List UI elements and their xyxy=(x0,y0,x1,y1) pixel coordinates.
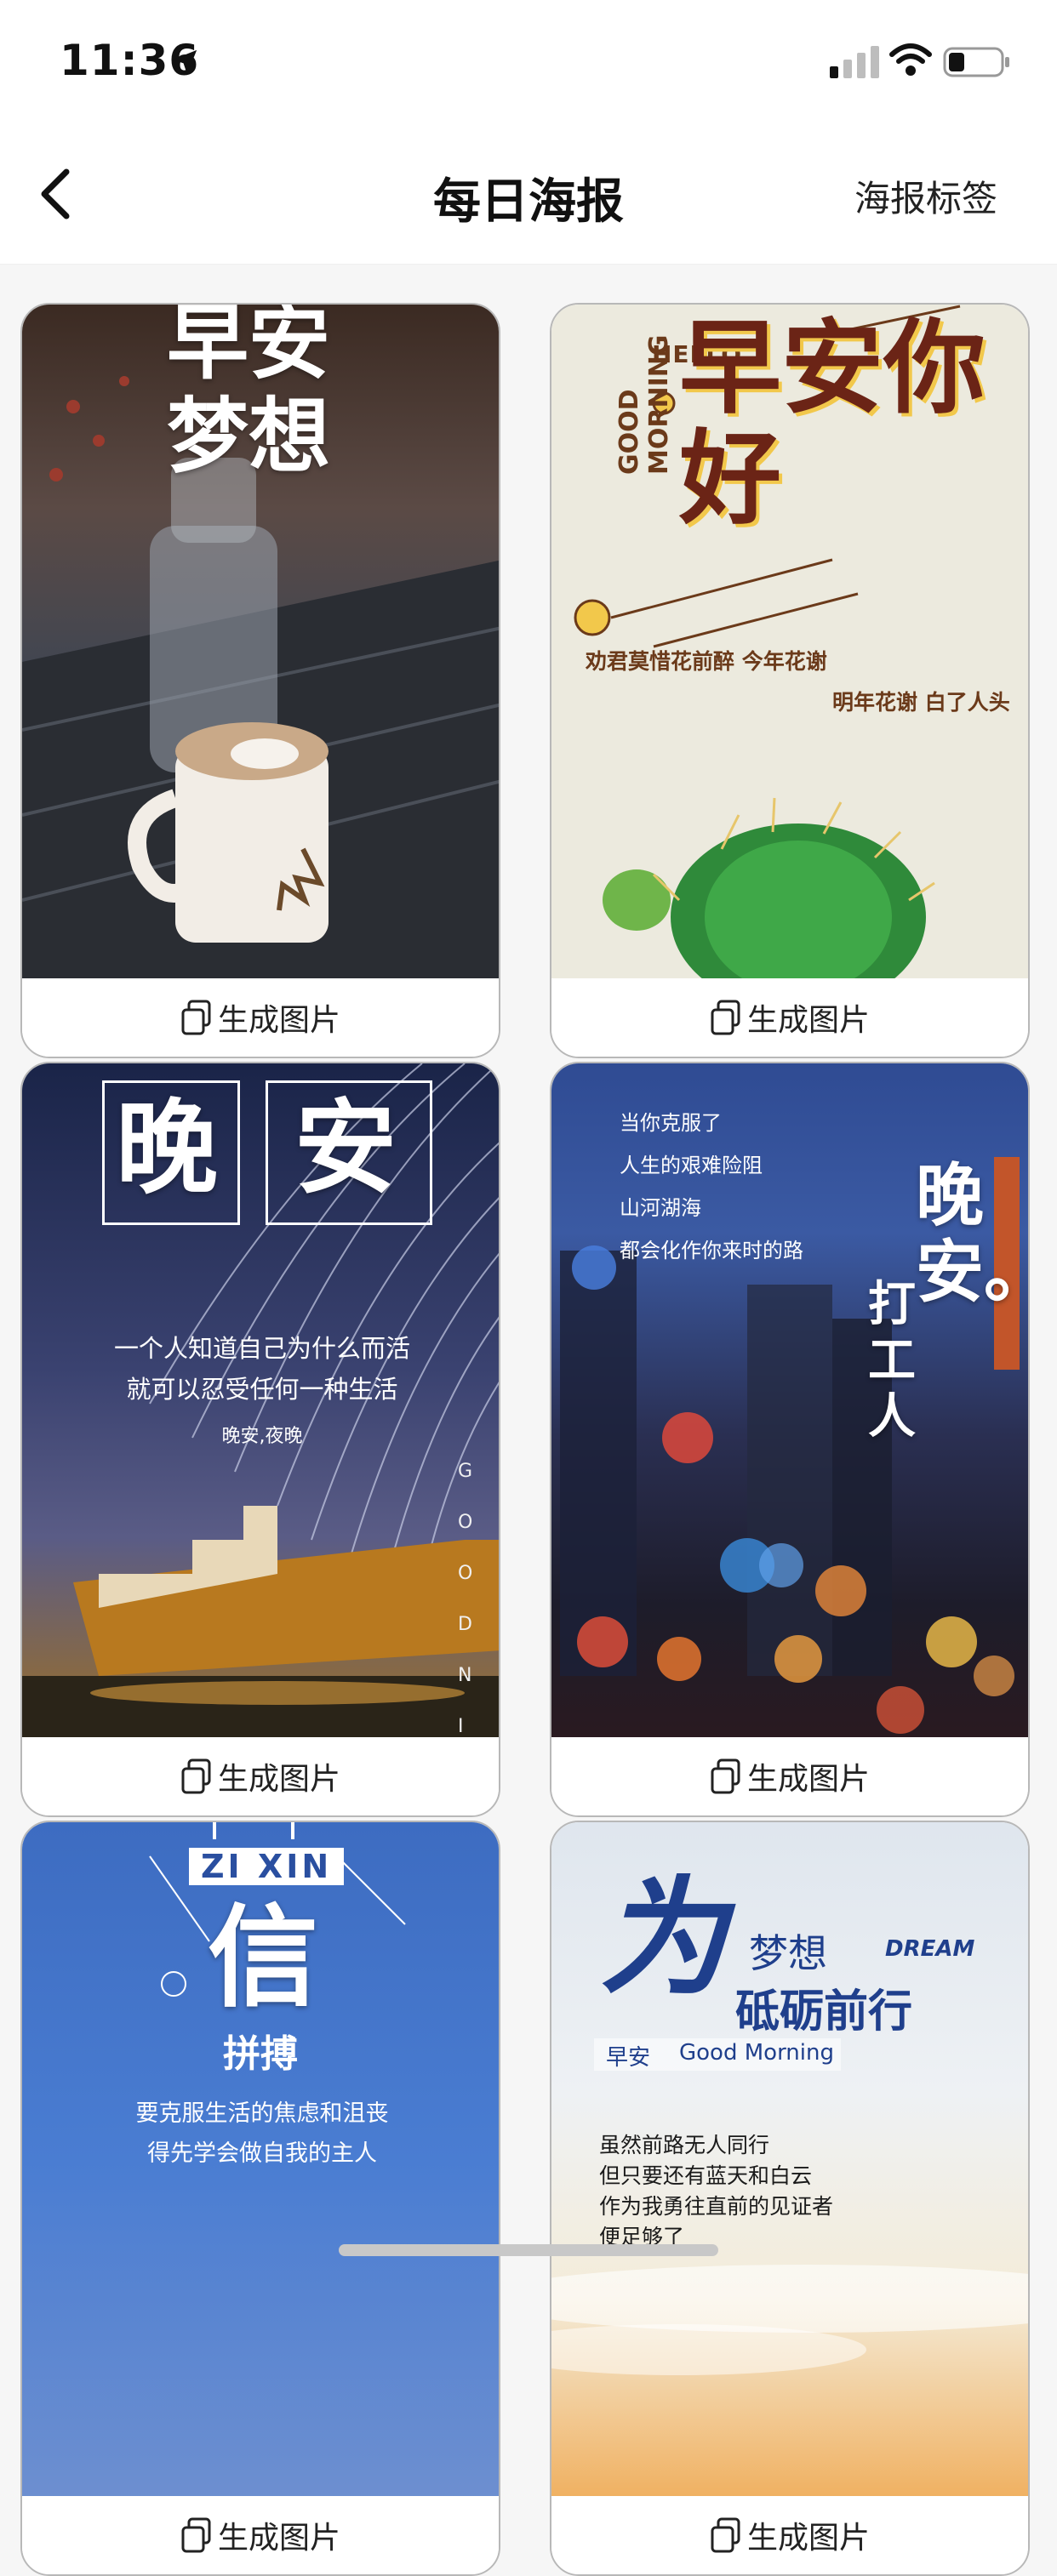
poster-line: 当你克服了 xyxy=(620,1111,722,1135)
poster-line: 劝君莫惜花前醉 今年花谢 xyxy=(586,649,827,674)
poster-subheadline: 拼搏 xyxy=(223,2032,298,2076)
poster-line: 山河湖海 xyxy=(620,1196,701,1220)
copy-icon xyxy=(711,2517,740,2553)
poster-line: 一个人知道自己为什么而活 xyxy=(113,1334,410,1363)
copy-icon xyxy=(181,1000,211,1035)
copy-icon xyxy=(181,1758,211,1794)
poster-line: 都会化作你来时的路 xyxy=(620,1239,803,1262)
generate-image-label: 生成图片 xyxy=(217,1003,340,1038)
poster-image[interactable]: ZI XIN 信 拼搏 要克服生活的焦虑和沮丧 得先学会做自我的主人 xyxy=(22,1822,499,2499)
poster-badge: ZI XIN xyxy=(189,1848,345,1885)
cellular-signal-icon xyxy=(830,46,879,78)
generate-image-button[interactable]: 生成图片 xyxy=(551,2496,1028,2574)
generate-image-button[interactable]: 生成图片 xyxy=(22,1737,499,1815)
copy-icon xyxy=(711,1000,740,1035)
poster-line: 就可以忍受任何一种生活 xyxy=(126,1375,398,1404)
poster-line: 作为我勇往直前的见证者 xyxy=(599,2194,834,2219)
wifi-icon xyxy=(889,43,932,76)
poster-headline: 为 xyxy=(599,1863,728,2013)
poster-tags-button[interactable]: 海报标签 xyxy=(854,170,997,222)
copy-icon xyxy=(711,1758,740,1794)
poster-card[interactable]: 晚 安 一个人知道自己为什么而活 就可以忍受任何一种生活 晚安,夜晚 GOODN… xyxy=(20,1062,500,1817)
poster-tag-english: Good Morning xyxy=(679,2040,834,2066)
poster-line: 得先学会做自我的主人 xyxy=(147,2140,377,2167)
poster-image[interactable]: 为 梦想 DREAM 砥砺前行 早安 Good Morning 虽然前路无人同行… xyxy=(551,1822,1028,2499)
poster-title: 砥砺前行 xyxy=(735,1986,913,2037)
poster-image[interactable]: 早安 梦想 xyxy=(22,305,499,982)
generate-image-label: 生成图片 xyxy=(217,2521,340,2556)
poster-line: 但只要还有蓝天和白云 xyxy=(599,2163,813,2188)
generate-image-label: 生成图片 xyxy=(746,2521,870,2556)
poster-english-word: DREAM xyxy=(885,1936,975,1962)
poster-headline: 信 xyxy=(208,1892,319,2022)
poster-line: 晚安,夜晚 xyxy=(221,1426,303,1447)
nav-bar: 每日海报 海报标签 xyxy=(0,128,1057,265)
poster-subheadline: 打工人 xyxy=(868,1276,916,1445)
poster-headline: 晚安。 xyxy=(916,1155,1028,1312)
poster-image[interactable]: 晚 安 一个人知道自己为什么而活 就可以忍受任何一种生活 晚安,夜晚 GOODN… xyxy=(22,1063,499,1741)
poster-line: 明年花谢 白了人头 xyxy=(832,690,1010,715)
generate-image-button[interactable]: 生成图片 xyxy=(551,1737,1028,1815)
poster-small-title: 梦想 xyxy=(749,1930,827,1976)
poster-headline: 早安你好 xyxy=(679,308,986,539)
generate-image-button[interactable]: 生成图片 xyxy=(551,978,1028,1057)
battery-icon xyxy=(943,47,1009,77)
poster-image[interactable]: HELLO GOOD MORNING 早安你好 劝君莫惜花前醉 今年花谢 明年花… xyxy=(551,305,1028,982)
poster-card[interactable]: ZI XIN 信 拼搏 要克服生活的焦虑和沮丧 得先学会做自我的主人 生成图片 xyxy=(20,1821,500,2576)
poster-card[interactable]: HELLO GOOD MORNING 早安你好 劝君莫惜花前醉 今年花谢 明年花… xyxy=(550,303,1030,1058)
poster-line: 要克服生活的焦虑和沮丧 xyxy=(135,2100,389,2127)
generate-image-label: 生成图片 xyxy=(746,1762,870,1797)
status-bar: 11:36 xyxy=(0,0,1057,128)
poster-tag: 早安 xyxy=(606,2045,651,2071)
poster-vertical-text: GOODNI xyxy=(458,1461,490,1737)
poster-headline: 梦想 xyxy=(167,388,330,484)
poster-english-good-morning: GOOD MORNING xyxy=(614,334,674,475)
home-indicator[interactable] xyxy=(339,2244,718,2256)
copy-icon xyxy=(181,2517,211,2553)
poster-image[interactable]: 当你克服了 人生的艰难险阻 山河湖海 都会化作你来时的路 晚安。 打工人 xyxy=(551,1063,1028,1741)
generate-image-button[interactable]: 生成图片 xyxy=(22,2496,499,2574)
generate-image-button[interactable]: 生成图片 xyxy=(22,978,499,1057)
poster-line: 人生的艰难险阻 xyxy=(620,1154,763,1177)
poster-headline: 早安 xyxy=(167,305,330,390)
poster-headline-char: 晚 xyxy=(116,1088,218,1208)
poster-headline-char: 安 xyxy=(294,1088,397,1208)
poster-line: 虽然前路无人同行 xyxy=(599,2133,770,2157)
poster-card[interactable]: 为 梦想 DREAM 砥砺前行 早安 Good Morning 虽然前路无人同行… xyxy=(550,1821,1030,2576)
generate-image-label: 生成图片 xyxy=(746,1003,870,1038)
generate-image-label: 生成图片 xyxy=(217,1762,340,1797)
location-arrow-icon xyxy=(172,49,197,75)
poster-card[interactable]: 当你克服了 人生的艰难险阻 山河湖海 都会化作你来时的路 晚安。 打工人 生成图… xyxy=(550,1062,1030,1817)
poster-card[interactable]: 早安 梦想 生成图片 xyxy=(20,303,500,1058)
